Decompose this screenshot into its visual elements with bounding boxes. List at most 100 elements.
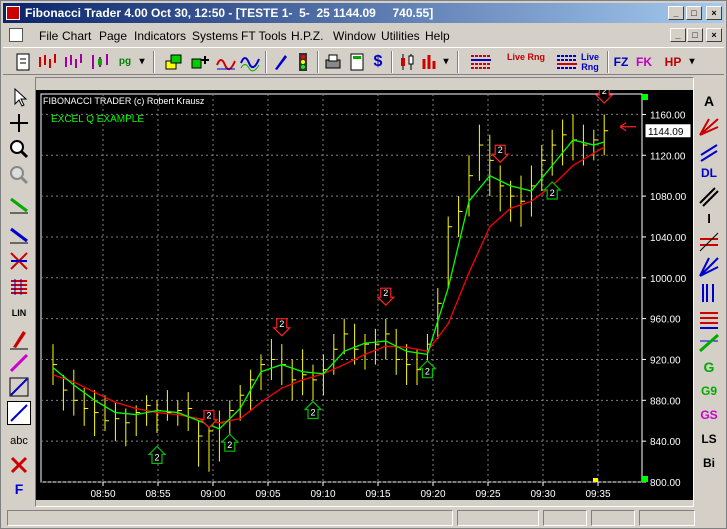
y-tick-label: 1040.00 — [650, 233, 687, 244]
toolbar-separator — [391, 51, 393, 73]
wave-chart-icon[interactable] — [215, 51, 237, 73]
candlestick-icon[interactable] — [397, 51, 417, 73]
menu-bar: File Chart Page Indicators Systems FT To… — [3, 26, 724, 45]
new-chart-icon[interactable] — [13, 51, 33, 73]
red-lines-icon[interactable] — [697, 231, 721, 255]
title-bar[interactable]: Fibonacci Trader 4.00 Oct 30, 12:50 - [T… — [3, 3, 724, 23]
grid-icon[interactable] — [7, 275, 31, 299]
chart-subtitle: EXCEL Q EXAMPLE — [51, 114, 144, 125]
vertical-lines-icon[interactable] — [697, 281, 721, 305]
maximize-button[interactable]: □ — [686, 6, 702, 20]
fib-grid-blue-icon[interactable] — [555, 51, 579, 73]
hpz-button[interactable]: HP — [661, 51, 685, 73]
x-tick-label: 09:00 — [200, 489, 225, 500]
signal-label: 2 — [602, 90, 607, 96]
close-button[interactable]: × — [706, 6, 722, 20]
status-pane-main — [7, 510, 453, 526]
calculator-icon[interactable] — [347, 51, 367, 73]
bar-up-icon[interactable] — [419, 51, 439, 73]
page-dropdown-icon[interactable]: ▾ — [137, 51, 147, 73]
menu-chart[interactable]: Chart — [62, 29, 91, 43]
app-icon[interactable] — [6, 6, 20, 20]
y-tick-label: 1160.00 — [650, 110, 686, 121]
zoom-out-icon[interactable] — [7, 163, 31, 187]
bi-button[interactable]: Bi — [697, 451, 721, 475]
menu-systems[interactable]: Systems — [192, 29, 238, 43]
crosshair-icon[interactable] — [7, 111, 31, 135]
dl-button[interactable]: DL — [697, 161, 721, 185]
bar-chart-icon[interactable] — [37, 51, 59, 73]
menu-page[interactable]: Page — [99, 29, 127, 43]
menu-help[interactable]: Help — [425, 29, 450, 43]
stack-icon[interactable] — [163, 51, 185, 73]
x-tick-label: 08:55 — [145, 489, 170, 500]
lin-button[interactable]: LIN — [7, 301, 31, 325]
multi-wave-icon[interactable] — [239, 51, 261, 73]
live-range-button-2[interactable]: Live Rng — [577, 51, 603, 73]
y-tick-label: 1080.00 — [650, 192, 687, 203]
zoom-in-icon[interactable] — [7, 137, 31, 161]
doc-maximize-button[interactable]: □ — [687, 28, 703, 42]
menu-file[interactable]: File — [39, 29, 58, 43]
diagonal-selected-icon[interactable] — [7, 401, 31, 425]
toolbar-separator — [457, 51, 459, 73]
ls-button[interactable]: LS — [697, 427, 721, 451]
traffic-light-icon[interactable] — [293, 51, 313, 73]
doc-minimize-button[interactable]: _ — [670, 28, 686, 42]
menu-window[interactable]: Window — [333, 29, 376, 43]
toolbar-separator — [153, 51, 155, 73]
menu-ft-tools[interactable]: FT Tools — [241, 29, 287, 43]
signal-label: 2 — [154, 452, 159, 462]
x-tick-label: 09:20 — [420, 489, 445, 500]
i-tool-button[interactable]: I — [697, 207, 721, 231]
pencil-icon[interactable] — [7, 327, 31, 351]
menu-indicators[interactable]: Indicators — [134, 29, 186, 43]
x-tick-label: 09:30 — [530, 489, 555, 500]
multi-bar-icon[interactable] — [63, 51, 85, 73]
fz-button[interactable]: FZ — [611, 51, 631, 73]
document-icon[interactable] — [9, 28, 23, 42]
toolbar-separator — [317, 51, 319, 73]
dollar-button[interactable]: $ — [369, 51, 387, 73]
g-button[interactable]: G — [697, 355, 721, 379]
diagonal-icon[interactable] — [7, 375, 31, 399]
green-line-icon[interactable] — [7, 193, 31, 217]
page-button[interactable]: pg — [115, 51, 135, 73]
chart-caption-bar — [36, 78, 693, 90]
menu-utilities[interactable]: Utilities — [381, 29, 420, 43]
blue-line-icon[interactable] — [7, 223, 31, 247]
cross-lines-icon[interactable] — [7, 249, 31, 273]
status-pane-3 — [543, 510, 587, 526]
menu-hpz[interactable]: H.P.Z. — [291, 29, 323, 43]
magenta-line-icon[interactable] — [7, 351, 31, 375]
live-range-button-1[interactable]: Live Rng — [503, 51, 549, 73]
cursor-icon[interactable] — [7, 85, 31, 109]
hpz-dropdown-icon[interactable]: ▾ — [687, 51, 697, 73]
a-tool-button[interactable]: A — [697, 89, 721, 113]
status-pane-5 — [639, 510, 695, 526]
f-button[interactable]: F — [7, 477, 31, 501]
red-fan-icon[interactable] — [697, 115, 721, 139]
eraser-icon[interactable] — [7, 453, 31, 477]
green-fan-icon[interactable] — [697, 331, 721, 355]
fib-levels-icon[interactable] — [697, 307, 721, 331]
price-chart[interactable]: 1160.00 1120.00 1080.00 1040.00 1000.00 960.0… — [36, 90, 693, 500]
signal-label: 2 — [498, 145, 503, 155]
add-indicator-icon[interactable] — [189, 51, 211, 73]
pen-icon[interactable] — [271, 51, 291, 73]
candle-icon[interactable] — [89, 51, 111, 73]
print-icon[interactable] — [323, 51, 343, 73]
fk-button[interactable]: FK — [633, 51, 655, 73]
gs-button[interactable]: GS — [697, 403, 721, 427]
chart-dropdown-icon[interactable]: ▾ — [441, 51, 451, 73]
corner-handle-bottom — [642, 476, 648, 482]
chart-svg[interactable]: 1160.00 1120.00 1080.00 1040.00 1000.00 960.0… — [36, 90, 693, 500]
parallel-lines-icon[interactable] — [697, 185, 721, 209]
minimize-button[interactable]: _ — [668, 6, 684, 20]
gann-fan-icon[interactable] — [697, 255, 721, 279]
g9-button[interactable]: G9 — [697, 379, 721, 403]
text-tool-button[interactable]: abc — [7, 429, 31, 453]
doc-close-button[interactable]: × — [706, 28, 722, 42]
fib-grid-icon[interactable] — [469, 51, 493, 73]
x-tick-label: 09:05 — [255, 489, 280, 500]
